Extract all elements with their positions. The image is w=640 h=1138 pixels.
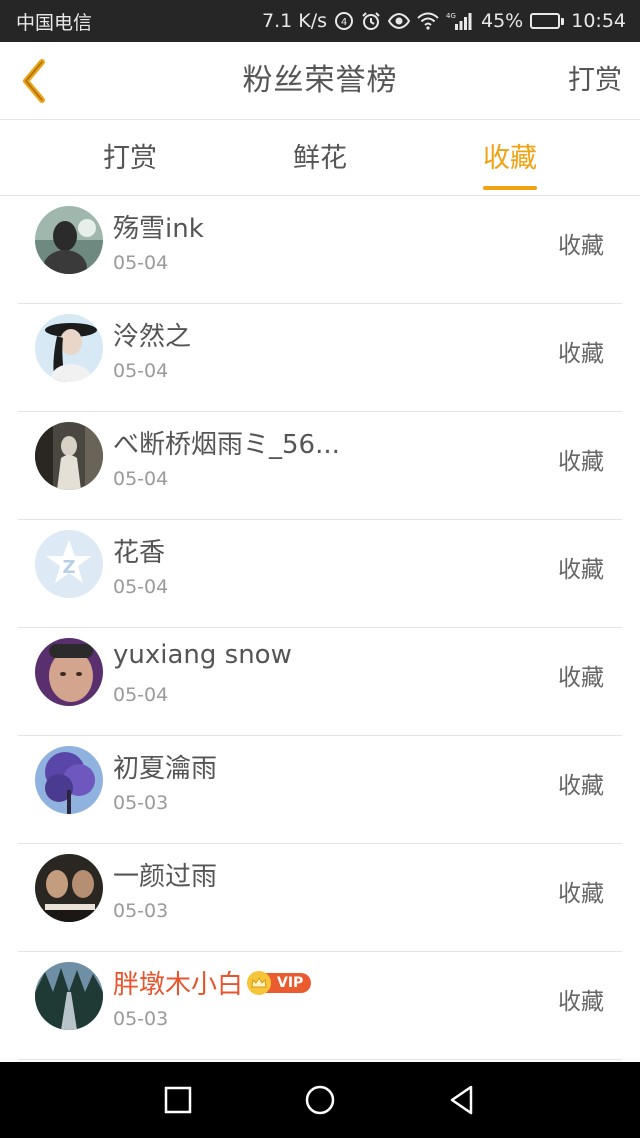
fan-name: 泠然之 — [113, 322, 192, 352]
fan-name-row: 胖墩木小白 VIP — [113, 964, 312, 1001]
fan-date: 05-03 — [113, 792, 169, 814]
back-nav-button[interactable] — [442, 1080, 482, 1120]
avatar — [35, 638, 103, 706]
data-saver-icon: 4 — [334, 11, 354, 31]
vip-label: VIP — [265, 972, 312, 993]
network-speed: 7.1 K/s — [261, 10, 327, 32]
avatar — [35, 854, 103, 922]
list-item[interactable]: べ断桥烟雨ミ_56... 05-04 收藏 — [18, 412, 622, 520]
fan-date: 05-04 — [113, 252, 169, 274]
reward-button[interactable]: 打赏 — [568, 42, 622, 120]
crown-icon — [247, 970, 272, 995]
tab-label: 打赏 — [103, 143, 157, 174]
fan-action: 收藏 — [558, 341, 604, 367]
list-item[interactable]: 泠然之 05-04 收藏 — [18, 304, 622, 412]
triangle-back-icon — [450, 1085, 473, 1115]
fan-action: 收藏 — [558, 449, 604, 475]
tab-flowers[interactable]: 鲜花 — [292, 121, 348, 196]
status-bar: 中国电信 7.1 K/s 4 4G 45% 10:54 — [0, 0, 640, 42]
avatar: Z — [35, 530, 103, 598]
fan-date: 05-04 — [113, 576, 169, 598]
list-item[interactable]: Z 花香 05-04 收藏 — [18, 520, 622, 628]
fan-date: 05-03 — [113, 900, 169, 922]
fan-date: 05-04 — [113, 468, 169, 490]
clock: 10:54 — [571, 10, 626, 32]
fan-action: 收藏 — [558, 665, 604, 691]
vip-badge: VIP — [247, 970, 312, 995]
circle-icon — [305, 1085, 335, 1115]
recent-apps-button[interactable] — [158, 1080, 198, 1120]
signal-icon: 4G — [446, 11, 474, 31]
battery-percent: 45% — [481, 10, 524, 32]
fan-name: 胖墩木小白 — [113, 970, 244, 1000]
wifi-icon — [417, 12, 439, 30]
list-item[interactable]: 初夏瀹雨 05-03 收藏 — [18, 736, 622, 844]
battery-icon — [530, 13, 565, 29]
eye-comfort-icon — [388, 13, 410, 29]
fan-name: 花香 — [113, 538, 166, 568]
tab-label: 鲜花 — [293, 143, 347, 174]
fan-action: 收藏 — [558, 233, 604, 259]
carrier-name: 中国电信 — [16, 11, 93, 34]
list-item[interactable]: 胖墩木小白 VIP 05-03 收藏 — [18, 952, 622, 1060]
active-tab-indicator — [483, 186, 537, 190]
avatar — [35, 314, 103, 382]
tab-favorites[interactable]: 收藏 — [481, 121, 539, 196]
fan-action: 收藏 — [558, 557, 604, 583]
alarm-icon — [361, 11, 381, 31]
tab-label: 收藏 — [483, 143, 537, 174]
tab-bar: 打赏 鲜花 收藏 — [0, 121, 640, 196]
tab-reward[interactable]: 打赏 — [102, 121, 158, 196]
avatar — [35, 206, 103, 274]
fan-name: 初夏瀹雨 — [113, 754, 218, 784]
list-item[interactable]: 一颜过雨 05-03 收藏 — [18, 844, 622, 952]
svg-text:4: 4 — [341, 17, 347, 28]
system-nav-bar — [0, 1062, 640, 1138]
fan-name: yuxiang snow — [113, 640, 292, 670]
home-button[interactable] — [300, 1080, 340, 1120]
svg-text:Z: Z — [62, 557, 75, 578]
fan-name: べ断桥烟雨ミ_56... — [113, 430, 340, 460]
fan-action: 收藏 — [558, 881, 604, 907]
fan-list: 殇雪ink 05-04 收藏 泠然之 05-04 收藏 べ断桥烟雨ミ_56...… — [0, 196, 640, 1062]
list-item[interactable]: 殇雪ink 05-04 收藏 — [18, 196, 622, 304]
page-title: 粉丝荣誉榜 — [242, 63, 398, 98]
avatar — [35, 746, 103, 814]
fan-date: 05-04 — [113, 684, 169, 706]
fan-date: 05-04 — [113, 360, 169, 382]
fan-action: 收藏 — [558, 989, 604, 1015]
avatar — [35, 422, 103, 490]
avatar — [35, 962, 103, 1030]
fan-action: 收藏 — [558, 773, 604, 799]
list-item[interactable]: yuxiang snow 05-04 收藏 — [18, 628, 622, 736]
status-indicators: 7.1 K/s 4 4G 45% 10:54 — [262, 10, 626, 32]
square-icon — [164, 1086, 192, 1114]
header: 粉丝荣誉榜 打赏 — [0, 42, 640, 120]
fan-name: 殇雪ink — [113, 214, 204, 244]
fan-date: 05-03 — [113, 1008, 169, 1030]
svg-text:4G: 4G — [446, 12, 456, 20]
fan-name: 一颜过雨 — [113, 862, 218, 892]
